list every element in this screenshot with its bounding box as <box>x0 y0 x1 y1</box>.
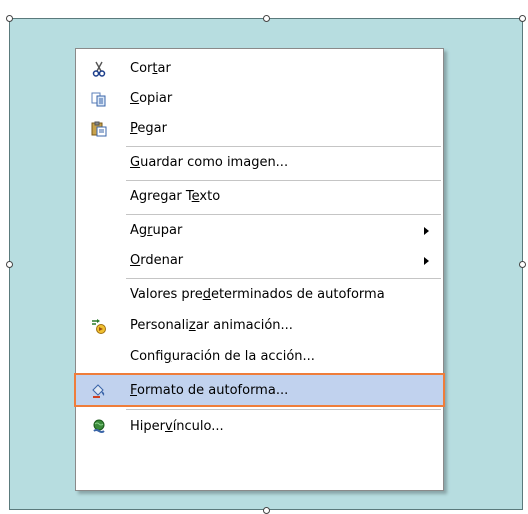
menu-item-configuracion-accion[interactable]: Configuración de la acción... <box>76 342 443 372</box>
resize-handle-top-left[interactable] <box>6 15 13 22</box>
menu-item-label: Formato de autoforma... <box>130 383 289 398</box>
menu-item-label: Valores predeterminados de autoforma <box>130 287 385 302</box>
menu-item-label: Ordenar <box>130 253 184 268</box>
menu-item-label: Agrupar <box>130 223 183 238</box>
menu-item-agregar-texto[interactable]: Agregar Texto <box>76 182 443 212</box>
menu-item-ordenar[interactable]: Ordenar <box>76 246 443 276</box>
menu-item-valores-predeterminados[interactable]: Valores predeterminados de autoforma <box>76 280 443 310</box>
menu-item-label: Personalizar animación... <box>130 318 293 333</box>
menu-separator <box>126 278 441 279</box>
submenu-arrow-icon <box>424 257 429 265</box>
menu-item-hipervinculo[interactable]: Hipervínculo... <box>76 412 443 442</box>
resize-handle-top[interactable] <box>263 15 270 22</box>
menu-separator <box>126 146 441 147</box>
animation-icon <box>91 318 107 334</box>
copy-icon <box>91 91 107 107</box>
menu-item-label: Pegar <box>130 121 167 136</box>
menu-item-copiar[interactable]: Copiar <box>76 84 443 114</box>
scissors-icon <box>91 61 107 77</box>
context-menu: Cortar Copiar Pegar Guardar como imagen.… <box>74 48 445 491</box>
menu-separator <box>126 409 441 410</box>
menu-item-label: Configuración de la acción... <box>130 349 315 364</box>
menu-item-pegar[interactable]: Pegar <box>76 114 443 144</box>
hyperlink-icon <box>91 419 107 435</box>
format-shape-icon <box>91 382 107 398</box>
resize-handle-right[interactable] <box>519 261 526 268</box>
menu-item-personalizar-animacion[interactable]: Personalizar animación... <box>76 311 443 341</box>
menu-item-label: Cortar <box>130 61 171 76</box>
paste-icon <box>91 121 107 137</box>
menu-separator <box>126 214 441 215</box>
menu-item-guardar-como-imagen[interactable]: Guardar como imagen... <box>76 148 443 178</box>
menu-item-label: Agregar Texto <box>130 189 221 204</box>
resize-handle-top-right[interactable] <box>519 15 526 22</box>
menu-item-formato-autoforma[interactable]: Formato de autoforma... <box>74 373 445 407</box>
menu-item-label: Copiar <box>130 91 173 106</box>
resize-handle-left[interactable] <box>6 261 13 268</box>
menu-item-label: Hipervínculo... <box>130 419 224 434</box>
submenu-arrow-icon <box>424 227 429 235</box>
menu-item-agrupar[interactable]: Agrupar <box>76 216 443 246</box>
menu-item-cortar[interactable]: Cortar <box>76 54 443 84</box>
menu-separator <box>126 180 441 181</box>
menu-item-label: Guardar como imagen... <box>130 155 289 170</box>
